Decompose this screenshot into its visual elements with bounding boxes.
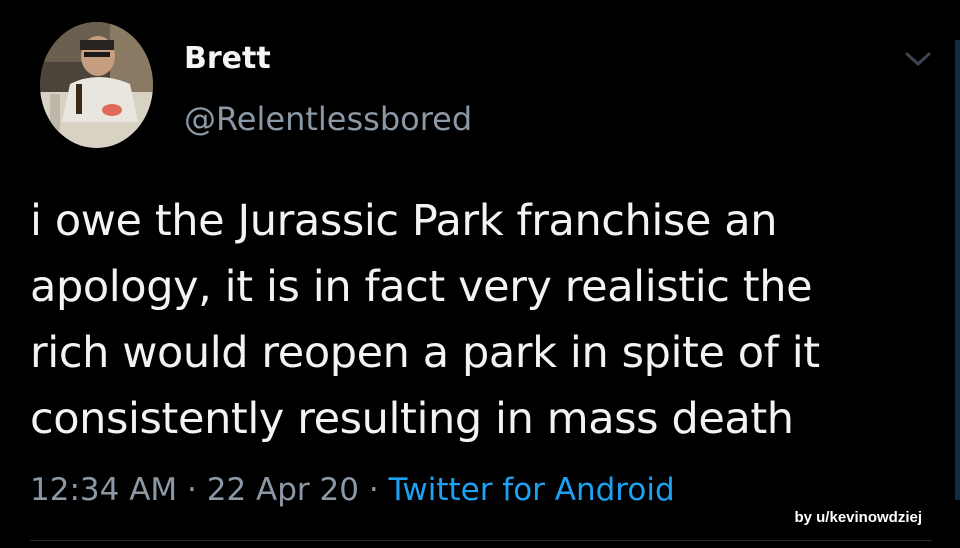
meta-separator: ·	[368, 472, 379, 508]
profile-photo-icon	[40, 22, 153, 148]
tweet-time[interactable]: 12:34 AM	[30, 472, 177, 508]
meta-separator: ·	[187, 472, 197, 508]
watermark-credit: by u/kevinowdziej	[794, 509, 922, 526]
scrollbar[interactable]	[955, 40, 960, 500]
tweet-date[interactable]: 22 Apr 20	[207, 472, 359, 508]
tweet-source-link[interactable]: Twitter for Android	[389, 472, 675, 508]
tweet-card: Brett @Relentlessbored i owe the Jurassi…	[0, 0, 960, 548]
user-avatar[interactable]	[40, 22, 153, 148]
tweet-meta: 12:34 AM · 22 Apr 20 · Twitter for Andro…	[30, 470, 675, 510]
tweet-text: i owe the Jurassic Park franchise an apo…	[30, 196, 820, 444]
user-handle[interactable]: @Relentlessbored	[184, 99, 472, 139]
display-name[interactable]: Brett	[184, 40, 271, 78]
chevron-down-icon[interactable]	[901, 46, 935, 72]
divider	[30, 540, 932, 541]
